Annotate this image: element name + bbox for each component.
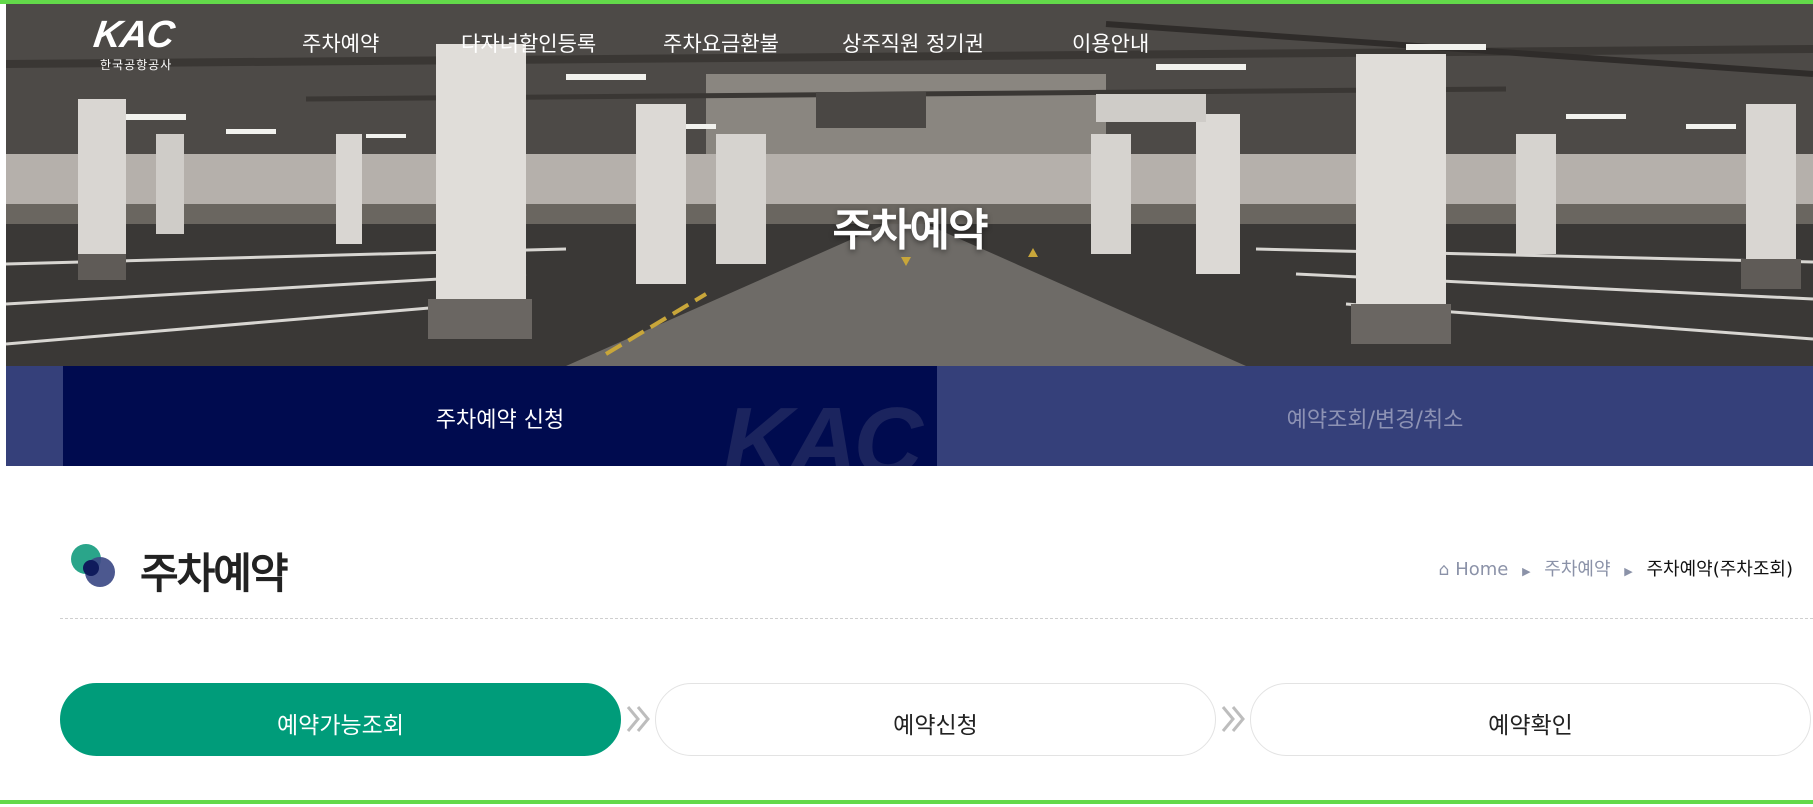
tab-reservation-lookup[interactable]: 예약조회/변경/취소 [937,366,1813,466]
triangle-right-icon: ▶ [1522,565,1531,578]
nav-item-parking-reservation[interactable]: 주차예약 [302,28,379,58]
page-title: 주차예약 [140,549,289,598]
breadcrumb-section[interactable]: 주차예약 [1544,559,1610,580]
home-icon: ⌂ [1438,560,1450,580]
frame-bottom-border [0,800,1813,804]
hero-banner: KAC 한국공항공사 주차예약 다자녀할인등록 주차요금환불 상주직원 정기권 … [6,4,1813,366]
sub-tab-bar: KAC 주차예약 신청 예약조회/변경/취소 [6,366,1813,466]
step-reservation-confirm[interactable]: 예약확인 [1250,683,1811,756]
kac-logo-mark: KAC [91,14,177,56]
double-chevron-right-icon [1221,706,1245,732]
nav-item-usage-guide[interactable]: 이용안내 [1072,28,1149,58]
overlapping-circles-icon [71,544,115,587]
double-chevron-right-icon [626,706,650,732]
tab-reservation-request-label: 주차예약 신청 [435,408,565,433]
header-divider [60,618,1813,619]
breadcrumb-home[interactable]: Home [1455,559,1508,580]
step-availability-check-label: 예약가능조회 [277,713,404,739]
nav-item-multichild-discount[interactable]: 다자녀할인등록 [461,28,596,58]
nav-item-fee-refund[interactable]: 주차요금환불 [663,28,779,58]
triangle-right-icon: ▶ [1624,565,1633,578]
kac-logo[interactable]: KAC 한국공항공사 [91,14,214,74]
step-reservation-request-label: 예약신청 [893,713,978,739]
step-reservation-confirm-label: 예약확인 [1488,713,1573,739]
kac-logo-subtitle: 한국공항공사 [100,58,173,72]
tab-reservation-lookup-label: 예약조회/변경/취소 [1286,408,1464,433]
hero-title: 주차예약 [832,205,989,256]
tab-reservation-request[interactable]: KAC 주차예약 신청 [63,366,937,466]
parking-garage-photo [6,4,1813,366]
breadcrumb: ⌂ Home ▶ 주차예약 ▶ 주차예약(주차조회) [1439,555,1793,581]
step-reservation-request[interactable]: 예약신청 [655,683,1216,756]
breadcrumb-current: 주차예약(주차조회) [1646,559,1793,580]
step-availability-check[interactable]: 예약가능조회 [60,683,621,756]
nav-item-staff-pass[interactable]: 상주직원 정기권 [842,28,984,58]
